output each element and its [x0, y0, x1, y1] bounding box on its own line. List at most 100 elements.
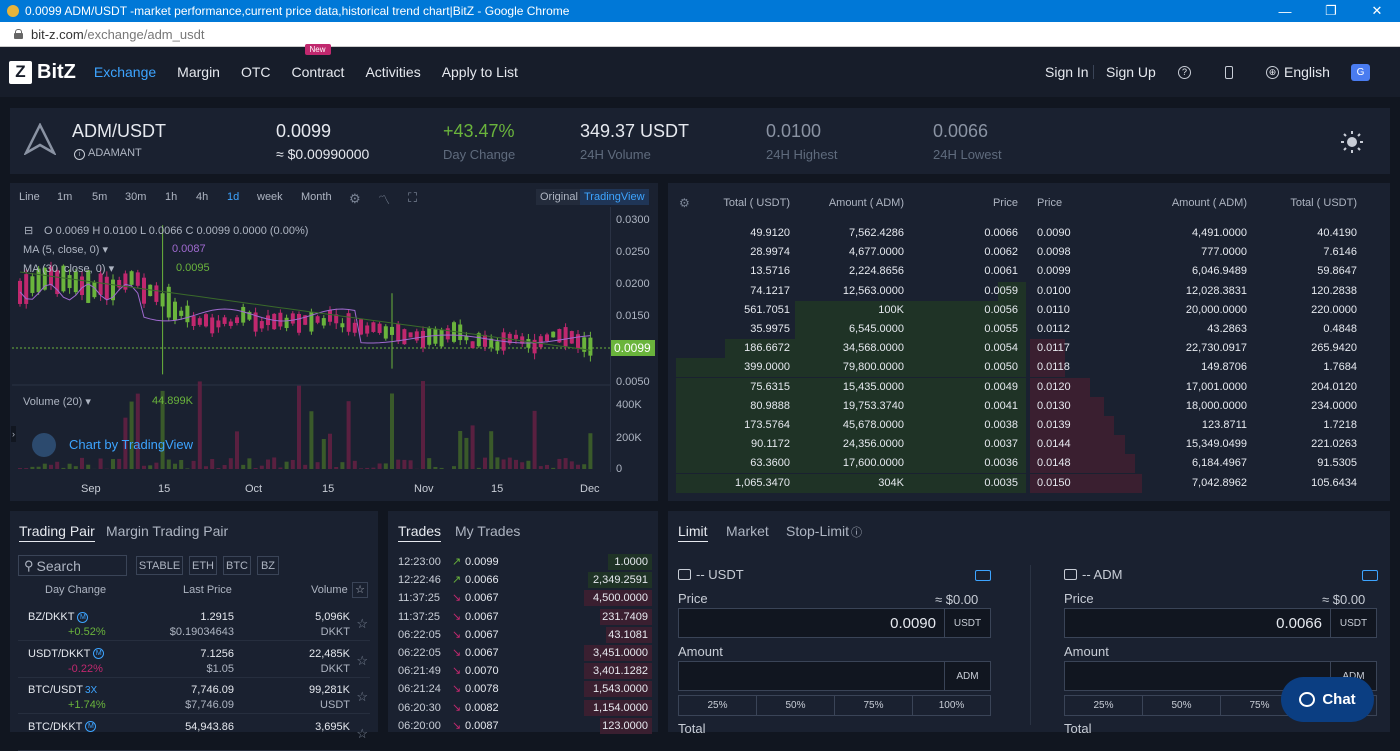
price-axis: 0.03000.02500.02000.01500.00500.0099400K…: [610, 207, 656, 472]
interval-1h[interactable]: 1h: [165, 191, 177, 203]
col-day-change[interactable]: Day Change: [45, 584, 106, 596]
bid-price: 0.0049: [950, 381, 1018, 393]
favorite-star-icon[interactable]: ☆: [356, 616, 368, 632]
ma30-legend: MA (30, close, 0) ▾: [23, 262, 114, 275]
orderbook-row[interactable]: 1,065.3470304K0.00350.01507,042.8962105.…: [676, 474, 1388, 493]
chart-side-toggle-icon[interactable]: ›: [11, 426, 16, 442]
maximize-icon[interactable]: ❐: [1308, 0, 1354, 22]
pair-search-input[interactable]: ⚲Search: [18, 555, 127, 576]
buy-pct-25[interactable]: 25%: [678, 695, 757, 716]
ask-total: 234.0000: [1257, 400, 1357, 412]
filter-stable[interactable]: STABLE: [136, 556, 183, 575]
buy-deposit-card-icon[interactable]: [975, 570, 991, 581]
candle-body: [545, 334, 549, 341]
nav-apply-to-list[interactable]: Apply to List: [442, 64, 518, 80]
sell-price-input[interactable]: 0.0066USDT: [1064, 608, 1377, 638]
pair-row[interactable]: USDT/DKKTM-0.22%7.1256$1.0522,485KDKKT☆: [18, 642, 370, 678]
sell-deposit-card-icon[interactable]: [1362, 570, 1378, 581]
bitz-logo[interactable]: Z BitZ: [9, 61, 76, 84]
orderbook-row[interactable]: 74.121712,563.00000.00590.010012,028.383…: [676, 282, 1388, 301]
volume-bar: [204, 466, 208, 469]
tab-trades[interactable]: Trades: [398, 523, 441, 542]
buy-pct-50[interactable]: 50%: [756, 695, 835, 716]
interval-30m[interactable]: 30m: [125, 191, 146, 203]
minimize-icon[interactable]: —: [1262, 0, 1308, 22]
pair-row[interactable]: BTC/USDT3X+1.74%7,746.09$7,746.0999,281K…: [18, 678, 370, 714]
orderbook-row[interactable]: 35.99756,545.00000.00550.011243.28630.48…: [676, 320, 1388, 339]
buy-pct-100[interactable]: 100%: [912, 695, 991, 716]
sell-pct-25[interactable]: 25%: [1064, 695, 1143, 716]
translate-icon[interactable]: G: [1351, 47, 1370, 97]
buy-pct-75[interactable]: 75%: [834, 695, 913, 716]
indicators-icon[interactable]: 〽: [378, 191, 390, 208]
interval-1m[interactable]: 1m: [57, 191, 72, 203]
col-volume[interactable]: Volume: [311, 584, 348, 596]
orderbook-row[interactable]: 173.576445,678.00000.00380.0139123.87111…: [676, 416, 1388, 435]
nav-margin[interactable]: Margin: [177, 64, 220, 80]
favorite-star-icon[interactable]: ☆: [356, 689, 368, 705]
tab-margin-trading-pair[interactable]: Margin Trading Pair: [106, 523, 228, 539]
orderbook-row[interactable]: 186.667234,568.00000.00540.011722,730.09…: [676, 339, 1388, 358]
bid-total: 561.7051: [690, 304, 790, 316]
ob-header-ask-amount: Amount ( ADM): [1140, 197, 1247, 209]
orderbook-row[interactable]: 561.7051100K0.00560.011020,000.0000220.0…: [676, 301, 1388, 320]
interval-line[interactable]: Line: [19, 191, 40, 203]
language-selector[interactable]: ⊕English: [1266, 47, 1330, 97]
nav-activities[interactable]: Activities: [365, 64, 420, 80]
help-icon[interactable]: ?: [1178, 47, 1191, 97]
interval-1d[interactable]: 1d: [227, 191, 239, 203]
orderbook-row[interactable]: 28.99744,677.00000.00620.0098777.00007.6…: [676, 243, 1388, 262]
tab-limit[interactable]: Limit: [678, 523, 708, 542]
sign-in-link[interactable]: Sign In: [1045, 47, 1089, 97]
orderbook-row[interactable]: 90.117224,356.00000.00370.014415,349.049…: [676, 435, 1388, 454]
tab-market[interactable]: Market: [726, 523, 769, 539]
candle-body: [328, 310, 332, 322]
orderbook-row[interactable]: 399.000079,800.00000.00500.0118149.87061…: [676, 358, 1388, 377]
trade-price: 0.0067: [465, 611, 499, 623]
bid-price: 0.0066: [950, 227, 1018, 239]
collapse-legend-icon[interactable]: ⊟: [24, 224, 33, 237]
view-tradingview-button[interactable]: TradingView: [580, 189, 649, 205]
orderbook-row[interactable]: 75.631515,435.00000.00490.012017,001.000…: [676, 378, 1388, 397]
nav-contract[interactable]: ContractNew: [292, 64, 345, 80]
theme-toggle-sun-icon[interactable]: [1340, 130, 1364, 154]
address-bar[interactable]: bit-z.com/exchange/adm_usdt: [0, 22, 1400, 47]
chat-button[interactable]: Chat: [1281, 677, 1374, 722]
favorites-star-icon[interactable]: ☆: [352, 582, 368, 598]
sign-up-link[interactable]: Sign Up: [1106, 47, 1156, 97]
orderbook-settings-icon[interactable]: ⚙: [679, 196, 690, 210]
filter-btc[interactable]: BTC: [223, 556, 251, 575]
tab-trading-pair[interactable]: Trading Pair: [19, 523, 95, 542]
pair-row[interactable]: BZ/DKKTM+0.52%1.2915$0.190346435,096KDKK…: [18, 605, 370, 641]
mobile-icon[interactable]: [1225, 47, 1233, 97]
filter-eth[interactable]: ETH: [189, 556, 217, 575]
favorite-star-icon[interactable]: ☆: [356, 653, 368, 669]
fullscreen-icon[interactable]: ⛶: [408, 190, 417, 206]
tradingview-attribution[interactable]: Chart by TradingView: [69, 437, 193, 452]
sell-pct-50[interactable]: 50%: [1142, 695, 1221, 716]
orderbook-row[interactable]: 13.57162,224.86560.00610.00996,046.94895…: [676, 262, 1388, 281]
orderbook-row[interactable]: 63.360017,600.00000.00360.01486,184.4967…: [676, 454, 1388, 473]
buy-amount-input[interactable]: ADM: [678, 661, 991, 691]
view-original-button[interactable]: Original: [536, 189, 582, 205]
filter-bz[interactable]: BZ: [257, 556, 279, 575]
interval-5m[interactable]: 5m: [92, 191, 107, 203]
orderbook-row[interactable]: 80.988819,753.37400.00410.013018,000.000…: [676, 397, 1388, 416]
bid-amount: 45,678.0000: [790, 419, 904, 431]
volume-bar: [539, 466, 543, 469]
col-last-price[interactable]: Last Price: [183, 584, 232, 596]
interval-4h[interactable]: 4h: [196, 191, 208, 203]
nav-exchange[interactable]: Exchange: [94, 64, 156, 80]
buy-price-input[interactable]: 0.0090USDT: [678, 608, 991, 638]
settings-gear-icon[interactable]: ⚙: [349, 191, 361, 207]
orderbook-row[interactable]: 49.91207,562.42860.00660.00904,491.00004…: [676, 224, 1388, 243]
interval-month[interactable]: Month: [301, 191, 332, 203]
tab-stop-limit[interactable]: Stop-Limitⓘ: [786, 523, 862, 540]
pair-fiat-price: $0.19034643: [170, 626, 234, 638]
nav-otc[interactable]: OTC: [241, 64, 271, 80]
close-icon[interactable]: ✕: [1354, 0, 1400, 22]
favorite-star-icon[interactable]: ☆: [356, 726, 368, 742]
interval-week[interactable]: week: [257, 191, 283, 203]
tab-my-trades[interactable]: My Trades: [455, 523, 520, 539]
pair-row[interactable]: BTC/DKKTM54,943.863,695K☆: [18, 715, 370, 751]
